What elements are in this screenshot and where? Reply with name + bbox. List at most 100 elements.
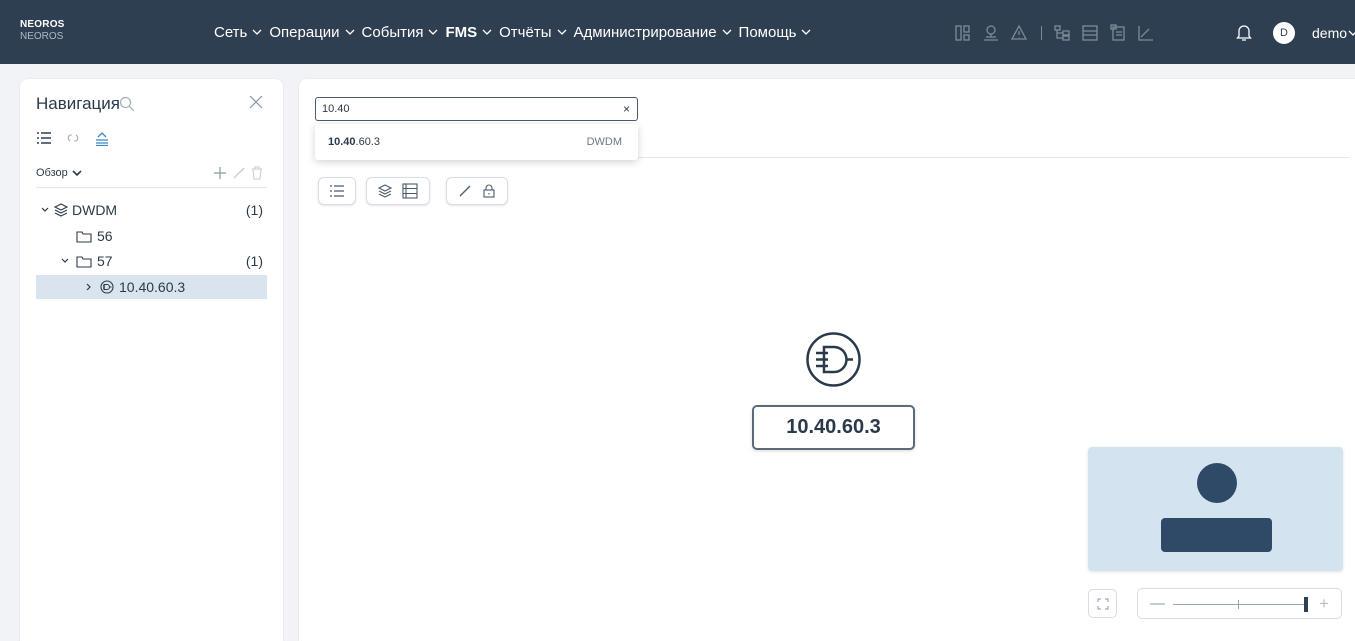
zoom-control: — + xyxy=(1137,588,1342,619)
menu-fms-label: FMS xyxy=(445,23,478,41)
menu-network-label: Сеть xyxy=(214,23,248,41)
menu-administration[interactable]: Администрирование xyxy=(574,24,733,41)
overview-dropdown[interactable]: Обзор xyxy=(36,167,82,179)
edit-toolbar-group xyxy=(446,177,508,205)
chevron-down-icon[interactable] xyxy=(60,256,70,266)
search-result-item[interactable]: 10.40.60.3 DWDM xyxy=(315,124,638,160)
menu-help[interactable]: Помощь xyxy=(739,24,813,41)
menu-reports[interactable]: Отчёты xyxy=(499,24,567,41)
chevron-down-icon xyxy=(429,29,438,35)
chevron-right-icon[interactable] xyxy=(84,282,94,292)
hierarchy-icon[interactable] xyxy=(1052,23,1072,43)
chart-icon[interactable] xyxy=(1136,23,1156,43)
tree-item-device[interactable]: 10.40.60.3 xyxy=(36,275,267,299)
map-pin-icon[interactable] xyxy=(981,23,1001,43)
search-input[interactable]: 10.40 × xyxy=(315,97,638,121)
result-type: DWDM xyxy=(586,136,622,148)
chevron-down-icon xyxy=(482,29,492,35)
navigation-tools xyxy=(37,132,125,146)
search-value: 10.40 xyxy=(322,103,350,115)
tree-item-count: (1) xyxy=(245,202,263,218)
main-menu: Сеть Операции События FMS Отчёты Админис… xyxy=(214,0,818,64)
toolbar-icons xyxy=(953,23,1164,43)
main-panel: 10.40 × 10.40.60.3 DWDM 10.40.60.3 — + xyxy=(299,79,1355,641)
user-menu[interactable]: demo xyxy=(1312,25,1355,41)
minimap[interactable] xyxy=(1088,447,1343,571)
pencil-icon[interactable] xyxy=(458,184,472,198)
result-name: 10.40.60.3 xyxy=(328,136,380,148)
menu-reports-label: Отчёты xyxy=(499,23,552,41)
tree-item-57[interactable]: 57 (1) xyxy=(36,249,267,273)
minimap-node-label xyxy=(1161,518,1272,552)
chevron-down-icon[interactable] xyxy=(40,205,50,215)
node-label[interactable]: 10.40.60.3 xyxy=(752,405,915,450)
list-view-icon[interactable] xyxy=(1080,23,1100,43)
network-device-icon[interactable] xyxy=(805,331,862,388)
folder-icon xyxy=(76,230,92,243)
list-icon[interactable] xyxy=(37,132,51,146)
brand-name: NEOROS xyxy=(20,19,65,30)
brand-subtitle: NEOROS xyxy=(20,31,64,42)
brand-logo[interactable]: NEOROS NEOROS xyxy=(20,19,65,43)
lock-icon[interactable] xyxy=(482,184,496,198)
zoom-slider-tick xyxy=(1238,600,1239,609)
warning-icon[interactable] xyxy=(1009,23,1029,43)
bell-icon[interactable] xyxy=(1236,24,1252,47)
minimap-node-icon xyxy=(1197,463,1237,503)
menu-fms[interactable]: FMS xyxy=(445,24,493,41)
menu-network[interactable]: Сеть xyxy=(214,24,263,41)
chevron-down-icon xyxy=(1348,30,1355,36)
menu-help-label: Помощь xyxy=(738,23,797,41)
fit-view-button[interactable] xyxy=(1088,589,1117,618)
layer-toolbar-group xyxy=(366,177,430,205)
tree-item-56[interactable]: 56 xyxy=(36,224,267,248)
zoom-in-button[interactable]: + xyxy=(1319,594,1329,614)
clipboard-icon[interactable] xyxy=(1108,23,1128,43)
clear-search-button[interactable]: × xyxy=(623,102,630,116)
menu-events[interactable]: События xyxy=(362,24,440,41)
zoom-out-button[interactable]: — xyxy=(1150,595,1165,612)
chevron-down-icon xyxy=(802,29,811,35)
zoom-slider-handle[interactable] xyxy=(1304,597,1308,612)
chevron-down-icon xyxy=(557,29,566,35)
menu-administration-label: Администрирование xyxy=(573,23,717,41)
folder-icon xyxy=(76,255,92,268)
overview-label: Обзор xyxy=(36,167,68,179)
tree-item-count: (1) xyxy=(245,253,263,269)
layers-icon xyxy=(54,203,68,217)
collapse-all-icon[interactable] xyxy=(95,132,109,146)
add-icon[interactable] xyxy=(213,166,227,180)
toolbar-divider xyxy=(1041,26,1042,40)
divider xyxy=(36,187,267,188)
result-rest: .60.3 xyxy=(355,136,380,148)
search-icon[interactable] xyxy=(119,96,135,117)
menu-operations[interactable]: Операции xyxy=(269,24,355,41)
overview-actions xyxy=(208,166,263,180)
navigation-panel: Навигация Обзор DWDM (1) 56 57 (1) 10.40… xyxy=(20,79,283,641)
chevron-down-icon xyxy=(722,29,732,35)
device-icon xyxy=(100,280,114,294)
dashboard-icon[interactable] xyxy=(953,23,973,43)
edit-icon[interactable] xyxy=(232,166,246,180)
expand-icon xyxy=(1097,598,1108,609)
layers-icon[interactable] xyxy=(378,184,392,198)
table-icon[interactable] xyxy=(402,183,418,199)
zoom-slider-track[interactable] xyxy=(1173,604,1307,605)
top-bar: NEOROS NEOROS Сеть Операции События FMS … xyxy=(0,0,1355,64)
refresh-icon[interactable] xyxy=(67,132,79,146)
delete-icon[interactable] xyxy=(251,166,263,180)
close-icon[interactable] xyxy=(249,95,263,114)
chevron-down-icon xyxy=(345,29,355,35)
tree-item-label: 10.40.60.3 xyxy=(119,279,186,295)
chevron-down-icon xyxy=(252,29,262,35)
menu-operations-label: Операции xyxy=(269,23,340,41)
view-toolbar-group xyxy=(318,177,356,205)
tree-item-dwdm[interactable]: DWDM (1) xyxy=(36,198,267,222)
menu-events-label: События xyxy=(361,23,424,41)
list-icon[interactable] xyxy=(330,185,344,197)
avatar[interactable]: D xyxy=(1273,22,1295,44)
tree-item-label: DWDM xyxy=(72,202,118,218)
user-name: demo xyxy=(1312,25,1348,41)
tree-item-label: 57 xyxy=(97,253,113,269)
navigation-title: Навигация xyxy=(36,94,120,113)
